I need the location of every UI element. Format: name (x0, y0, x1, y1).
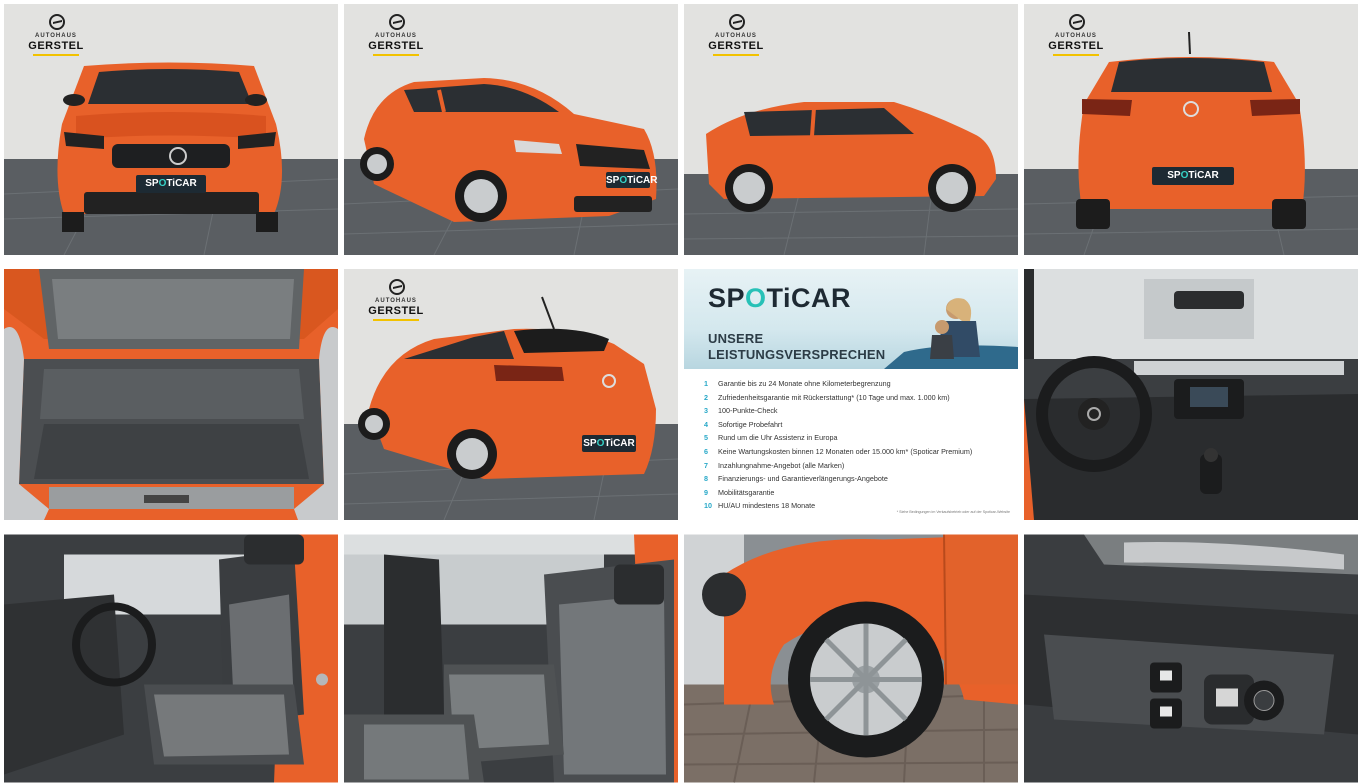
rear-seats-photo (344, 534, 678, 783)
gallery-photo-door-controls[interactable] (1024, 533, 1358, 784)
gallery-photo-side[interactable]: AUTOHAUS GERSTEL (684, 4, 1018, 255)
license-plate: SPOTiCAR (582, 435, 636, 452)
list-item: 1 Garantie bis zu 24 Monate ohne Kilomete… (704, 379, 891, 388)
list-item: 4 Sofortige Probefahrt (704, 419, 783, 429)
dealer-logo: AUTOHAUS GERSTEL (356, 279, 436, 329)
spoticar-brand: SPOTiCAR (708, 283, 852, 313)
promo-subtitle: UNSERE LEISTUNGSVERSPRECHEN (708, 331, 886, 362)
dealer-logo: AUTOHAUS GERSTEL (696, 14, 776, 64)
gallery-photo-rear-seats[interactable] (344, 533, 678, 784)
license-plate: SPOTiCAR (606, 172, 658, 188)
front-seats-photo (4, 534, 338, 783)
opel-logo-icon (49, 14, 65, 30)
license-plate: SPOTiCAR (136, 175, 206, 193)
trunk-interior-photo (4, 269, 338, 520)
spoticar-promo-card[interactable]: SPOTiCAR UNSERE LEISTUNGSVERSPRECHEN 1 Ga… (684, 269, 1018, 520)
promo-fine-print: * Siehe Bedingungen im Verkaufsbetrieb o… (896, 510, 1010, 514)
promo-benefit-list: 1 Garantie bis zu 24 Monate ohne Kilomete… (704, 377, 1004, 513)
license-plate: SPOTiCAR (1152, 167, 1234, 185)
dealer-logo: AUTOHAUS GERSTEL (16, 14, 96, 64)
list-item: 5 Rund um die Uhr Assistenz in Europa (704, 433, 838, 443)
dealer-logo: AUTOHAUS GERSTEL (356, 14, 436, 64)
gallery-photo-wheel[interactable] (684, 533, 1018, 784)
door-controls-photo (1024, 534, 1358, 783)
dashboard-interior-photo (1024, 269, 1358, 520)
gallery-photo-dashboard[interactable] (1024, 269, 1358, 520)
dealer-logo: AUTOHAUS GERSTEL (1036, 14, 1116, 64)
list-item: 3 100-Punkte-Check (704, 406, 778, 416)
list-item: 6 Keine Wartungskosten binnen 12 Monaten … (704, 446, 973, 456)
opel-logo-icon (1069, 14, 1085, 30)
gallery-photo-front[interactable]: AUTOHAUS GERSTEL SPOTiCAR (4, 4, 338, 255)
gallery-photo-rear-three-quarter[interactable]: AUTOHAUS GERSTEL SPOTiCAR (344, 269, 678, 520)
gallery-photo-front-three-quarter[interactable]: AUTOHAUS GERSTEL SPOTiCAR (344, 4, 678, 255)
gallery-photo-front-seats[interactable] (4, 533, 338, 784)
list-item: 7 Inzahlungnahme-Angebot (alle Marken) (704, 460, 845, 470)
list-item: 9 Mobilitätsgarantie (704, 487, 775, 497)
list-item: 2 Zufriedenheitsgarantie mit Rückerstattu… (704, 392, 950, 402)
gallery-photo-trunk[interactable] (4, 269, 338, 520)
opel-logo-icon (389, 14, 405, 30)
list-item: 8 Finanzierungs- und Garantieverlängerung… (704, 474, 888, 484)
opel-logo-icon (389, 279, 405, 295)
opel-logo-icon (729, 14, 745, 30)
wheel-detail-photo (684, 534, 1018, 783)
gallery-photo-rear[interactable]: AUTOHAUS GERSTEL SPOTiCAR (1024, 4, 1358, 255)
